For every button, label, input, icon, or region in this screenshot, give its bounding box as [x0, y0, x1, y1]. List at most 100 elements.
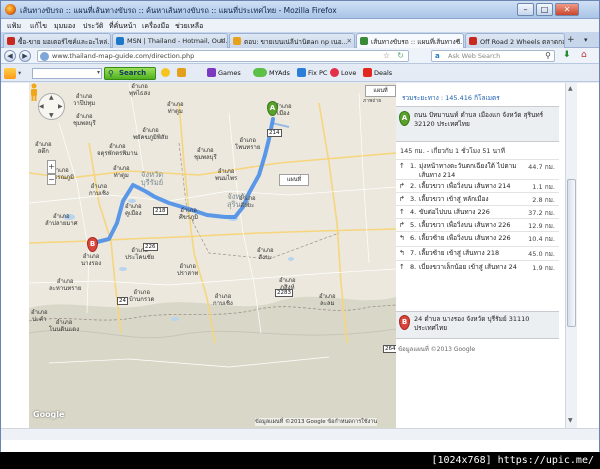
url-bar[interactable]: www.thailand-map-guide.com/direction.php… — [37, 50, 409, 62]
toolbar-smiley-icon[interactable] — [161, 68, 172, 79]
start-address-row[interactable]: A ถนน ปัทมานนท์ ตำบล เมืองแก จังหวัด สุร… — [396, 106, 559, 142]
menu-history[interactable]: ประวัติ — [83, 21, 103, 32]
direction-step[interactable]: ↱ 5. เลี้ยวขวา เพื่อวิ่งบน เส้นทาง 226 1… — [396, 218, 559, 231]
toolbar-bird-icon[interactable] — [177, 68, 188, 79]
toolbar-love[interactable]: Love — [330, 68, 356, 79]
toolbar-games[interactable]: Games — [207, 68, 241, 79]
reload-icon[interactable]: ↻ — [397, 51, 404, 60]
home-icon[interactable]: ⌂ — [581, 50, 587, 60]
toolbar-dropdown-icon[interactable]: ▾ — [97, 69, 100, 76]
toolbar-search-button[interactable]: ⚲ Search — [104, 67, 156, 80]
map-label-district: อำเภอ สตึก — [35, 141, 52, 155]
zoom-in-button[interactable]: + — [47, 160, 56, 174]
menu-bookmarks[interactable]: ที่คั่นหน้า — [109, 21, 136, 32]
direction-step[interactable]: ↑ 8. เบี่ยงขวาเล็กน้อย เข้าสู่ เส้นทาง 2… — [396, 260, 559, 282]
site-identity-icon[interactable] — [40, 52, 49, 61]
scroll-up-icon[interactable]: ▲ — [568, 85, 573, 92]
menu-help[interactable]: ช่วยเหลือ — [175, 21, 203, 32]
tab-close-icon[interactable]: ✕ — [347, 37, 352, 45]
tab-motorcycle[interactable]: ซื้อ-ขาย มอเตอร์ไซค์และอะไหล่... — [3, 33, 111, 48]
close-button[interactable]: ✕ — [555, 3, 579, 16]
toolbar-fixpc[interactable]: Fix PC — [297, 68, 327, 79]
street-view-pegman-icon[interactable] — [29, 83, 39, 101]
toolbar-search-input[interactable]: ▾ — [32, 68, 102, 79]
highway-shield: 214 — [267, 129, 282, 137]
search-icon: ⚲ — [108, 69, 114, 78]
new-tab-button[interactable]: + — [567, 36, 577, 46]
route-map[interactable]: อำเภอ วาปีปทุม อำเภอ ชุมพลบุรี อำเภอ ท่า… — [29, 83, 396, 428]
step-distance: 10.4 กม. — [528, 235, 555, 243]
turn-left-icon: ↰ — [399, 249, 405, 257]
step-number: 1. — [410, 162, 417, 170]
toolbar-my[interactable]: MY — [253, 68, 279, 79]
step-text: มุ่งหน้าทางตะวันตกเฉียงใต้ ไปตามเส้นทาง … — [419, 162, 517, 179]
toolbar-ads[interactable]: Ads — [278, 68, 290, 79]
search-toolbar: ▾ ▾ ⚲ Search Games MY Ads Fix PC Love De… — [1, 65, 599, 82]
map-copyright: ข้อมูลแผนที่ ©2013 Google ข้อกำหนดการใช้… — [255, 418, 378, 426]
map-type-button[interactable]: แผนที่ — [365, 85, 396, 97]
turn-right-icon: ↱ — [399, 195, 405, 203]
tab-close-icon[interactable]: ✕ — [220, 37, 225, 45]
map-label-district: อำเภอ กาบเชิง — [213, 293, 233, 307]
pan-control[interactable]: ▲ ◀ ▶ ▼ — [38, 93, 65, 120]
route-summary: 145 กม. - เกี่ยวกับ 1 ชั่วโมง 51 นาที — [400, 147, 505, 155]
tag-icon — [363, 68, 372, 77]
minimize-button[interactable]: – — [517, 3, 534, 16]
window-title: เส้นทางขับรถ :: แผนที่เส้นทางขับรถ :: ค้… — [20, 6, 337, 15]
pan-left-icon[interactable]: ◀ — [39, 103, 44, 110]
direction-step[interactable]: ↱ 2. เลี้ยวขวา เพื่อวิ่งบน เส้นทาง 214 1… — [396, 179, 559, 192]
tab-list-icon[interactable]: ▾ — [584, 36, 588, 44]
back-button[interactable]: ◀ — [4, 50, 16, 62]
direction-step[interactable]: ↑ 4. ขับต่อไปบน เส้นทาง 226 37.2 กม. — [396, 205, 559, 218]
download-icon[interactable]: ⬇ — [563, 50, 571, 60]
tab-offroad[interactable]: Off Road 2 Wheels ตลาดกลาง ต่า... — [465, 33, 565, 48]
step-number: 2. — [410, 182, 417, 190]
pan-down-icon[interactable]: ▼ — [49, 112, 54, 119]
google-logo[interactable]: Google — [33, 410, 64, 419]
menu-tools[interactable]: เครื่องมือ — [142, 21, 169, 32]
tab-directions[interactable]: เส้นทางขับรถ :: แผนที่เส้นทางขั... ✕ — [356, 33, 464, 48]
pan-up-icon[interactable]: ▲ — [49, 94, 54, 101]
menu-view[interactable]: มุมมอง — [54, 21, 75, 32]
direction-step[interactable]: ↰ 7. เลี้ยวซ้าย เข้าสู่ เส้นทาง 218 45.0… — [396, 246, 559, 260]
tab-close-icon[interactable]: ✕ — [456, 37, 461, 45]
map-label-district: อำเภอ ลำปลายมาศ — [45, 213, 78, 227]
toolbar-menu-icon[interactable]: ▾ — [18, 68, 21, 79]
search-placeholder[interactable]: Ask Web Search — [448, 52, 500, 60]
ask-search-icon[interactable]: a — [435, 52, 444, 61]
zoom-out-button[interactable]: − — [47, 174, 56, 185]
scrollbar-thumb[interactable] — [567, 179, 576, 327]
map-label-district: อำเภอ ชุมพลบุรี — [194, 147, 217, 161]
tab-forum[interactable]: ตอบ: ขายเบนเน่ลีน่านิตan np เนอ... ✕ — [229, 33, 355, 48]
bookmark-star-icon[interactable]: ☆ — [383, 51, 390, 60]
tab-strip: ซื้อ-ขาย มอเตอร์ไซค์และอะไหล่... MSN | T… — [1, 32, 599, 48]
satellite-toggle[interactable]: ภาพถ่าย — [363, 98, 381, 105]
image-caption-bar: [1024x768] https://upic.me/ — [0, 452, 600, 469]
horizontal-scrollbar[interactable] — [1, 428, 599, 440]
menu-file[interactable]: แฟ้ม — [7, 21, 21, 32]
scroll-down-icon[interactable]: ▼ — [568, 417, 573, 424]
direction-step[interactable]: ↱ 3. เลี้ยวขวา เข้าสู่ หลักเมือง 2.8 กม. — [396, 192, 559, 205]
terms-link[interactable]: ข้อกำหนดการใช้งาน — [327, 419, 377, 425]
toolbar-logo-icon[interactable] — [4, 68, 16, 79]
page-content: อำเภอ วาปีปทุม อำเภอ ชุมพลบุรี อำเภอ ท่า… — [1, 83, 599, 453]
search-icon[interactable]: ⚲ — [545, 51, 551, 60]
search-box[interactable]: a Ask Web Search ⚲ — [431, 50, 555, 62]
step-number: 8. — [410, 263, 417, 271]
vertical-scrollbar[interactable]: ▲ ▼ — [565, 83, 577, 428]
forward-button[interactable]: ▶ — [19, 50, 31, 62]
tab-favicon — [469, 37, 477, 45]
tab-msn[interactable]: MSN | Thailand - Hotmail, Outl... ✕ — [112, 33, 228, 48]
map-type-button-alt[interactable]: แผนที่ — [279, 174, 309, 186]
map-label-province: จังหวัด บุรีรัมย์ — [141, 170, 164, 187]
direction-step[interactable]: ↑ 1. มุ่งหน้าทางตะวันตกเฉียงใต้ ไปตามเส้… — [396, 159, 559, 179]
toolbar-deals[interactable]: Deals — [363, 68, 392, 79]
direction-step[interactable]: ↰ 6. เลี้ยวซ้าย เพื่อวิ่งบน เส้นทาง 226 … — [396, 231, 559, 246]
menu-edit[interactable]: แก้ไข — [30, 21, 47, 32]
pan-right-icon[interactable]: ▶ — [58, 103, 63, 110]
maximize-button[interactable]: □ — [536, 3, 553, 16]
map-label-district: อำเภอ คูเมือง — [125, 203, 142, 217]
url-text[interactable]: www.thailand-map-guide.com/direction.php — [52, 52, 194, 60]
step-text: เลี้ยวซ้าย เข้าสู่ เส้นทาง 218 — [419, 249, 500, 257]
end-address-row[interactable]: B 24 ตำบล นางรอง จังหวัด บุรีรัมย์ 31110… — [396, 311, 559, 339]
